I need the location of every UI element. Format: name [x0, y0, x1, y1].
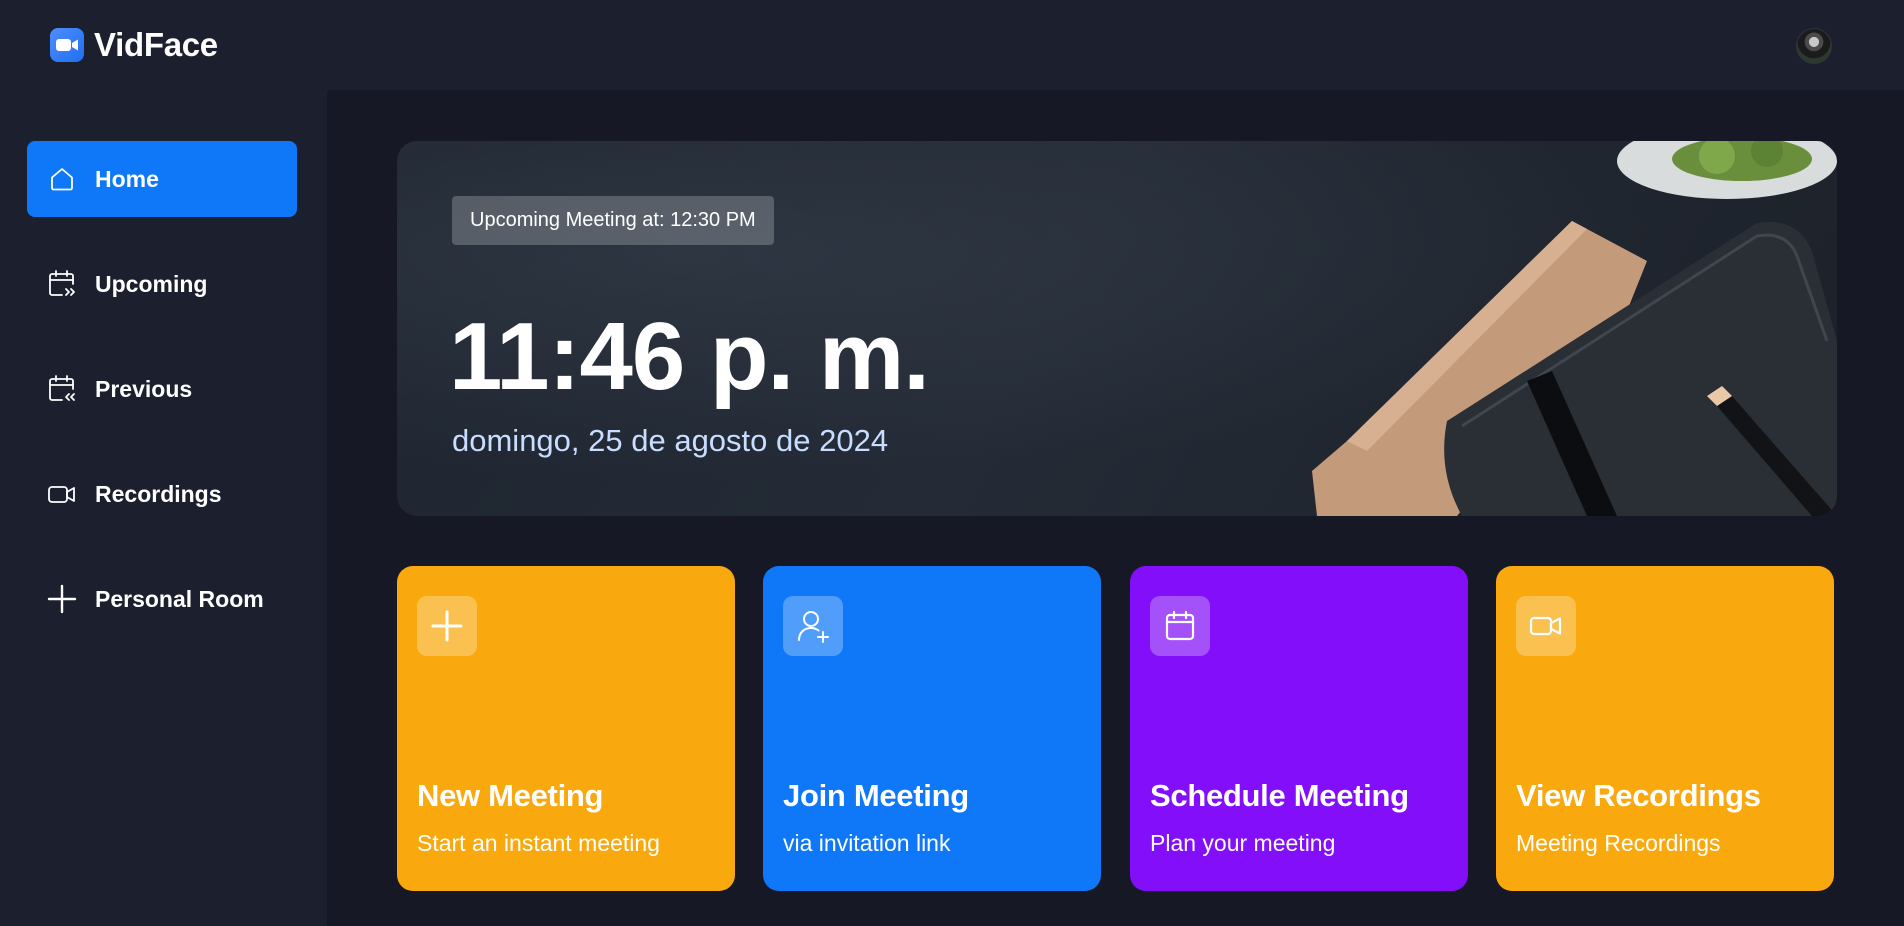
- sidebar-item-label: Previous: [95, 375, 193, 402]
- card-title: Schedule Meeting: [1150, 778, 1409, 813]
- logo-icon: [50, 28, 84, 62]
- join-meeting-card[interactable]: Join Meeting via invitation link: [763, 566, 1101, 891]
- sidebar-item-label: Personal Room: [95, 585, 264, 612]
- sidebar-item-upcoming[interactable]: Upcoming: [27, 246, 297, 322]
- sidebar-item-home[interactable]: Home: [27, 141, 297, 217]
- card-subtitle: Plan your meeting: [1150, 830, 1336, 856]
- schedule-meeting-card[interactable]: Schedule Meeting Plan your meeting: [1130, 566, 1468, 891]
- brand[interactable]: VidFace: [50, 26, 218, 64]
- calendar-back-icon: [47, 374, 77, 404]
- sidebar: Home Upcoming Previous Recordings Person…: [0, 90, 327, 926]
- current-time: 11:46 p. m.: [449, 303, 930, 410]
- calendar-icon: [1150, 596, 1210, 656]
- plus-icon: [47, 584, 77, 614]
- video-icon: [47, 479, 77, 509]
- card-subtitle: Start an instant meeting: [417, 830, 660, 856]
- upcoming-meeting-badge: Upcoming Meeting at: 12:30 PM: [452, 196, 774, 245]
- user-plus-icon: [783, 596, 843, 656]
- sidebar-item-previous[interactable]: Previous: [27, 351, 297, 427]
- card-title: New Meeting: [417, 778, 604, 813]
- calendar-forward-icon: [47, 269, 77, 299]
- plus-icon: [417, 596, 477, 656]
- card-subtitle: via invitation link: [783, 830, 951, 856]
- sidebar-item-label: Recordings: [95, 480, 222, 507]
- card-title: Join Meeting: [783, 778, 969, 813]
- sidebar-item-recordings[interactable]: Recordings: [27, 456, 297, 532]
- app-name: VidFace: [94, 26, 218, 63]
- video-icon: [1516, 596, 1576, 656]
- view-recordings-card[interactable]: View Recordings Meeting Recordings: [1496, 566, 1834, 891]
- sidebar-item-label: Upcoming: [95, 270, 208, 297]
- user-avatar[interactable]: [1796, 28, 1832, 64]
- current-date: domingo, 25 de agosto de 2024: [452, 423, 889, 458]
- top-bar: VidFace: [0, 0, 1904, 90]
- home-icon: [47, 164, 77, 194]
- card-title: View Recordings: [1516, 778, 1761, 813]
- hero-banner: Upcoming Meeting at: 12:30 PM 11:46 p. m…: [397, 141, 1837, 516]
- card-subtitle: Meeting Recordings: [1516, 830, 1721, 856]
- new-meeting-card[interactable]: New Meeting Start an instant meeting: [397, 566, 735, 891]
- sidebar-item-personal-room[interactable]: Personal Room: [27, 561, 297, 637]
- desk-notebook-illustration: [1312, 141, 1837, 516]
- sidebar-item-label: Home: [95, 165, 159, 192]
